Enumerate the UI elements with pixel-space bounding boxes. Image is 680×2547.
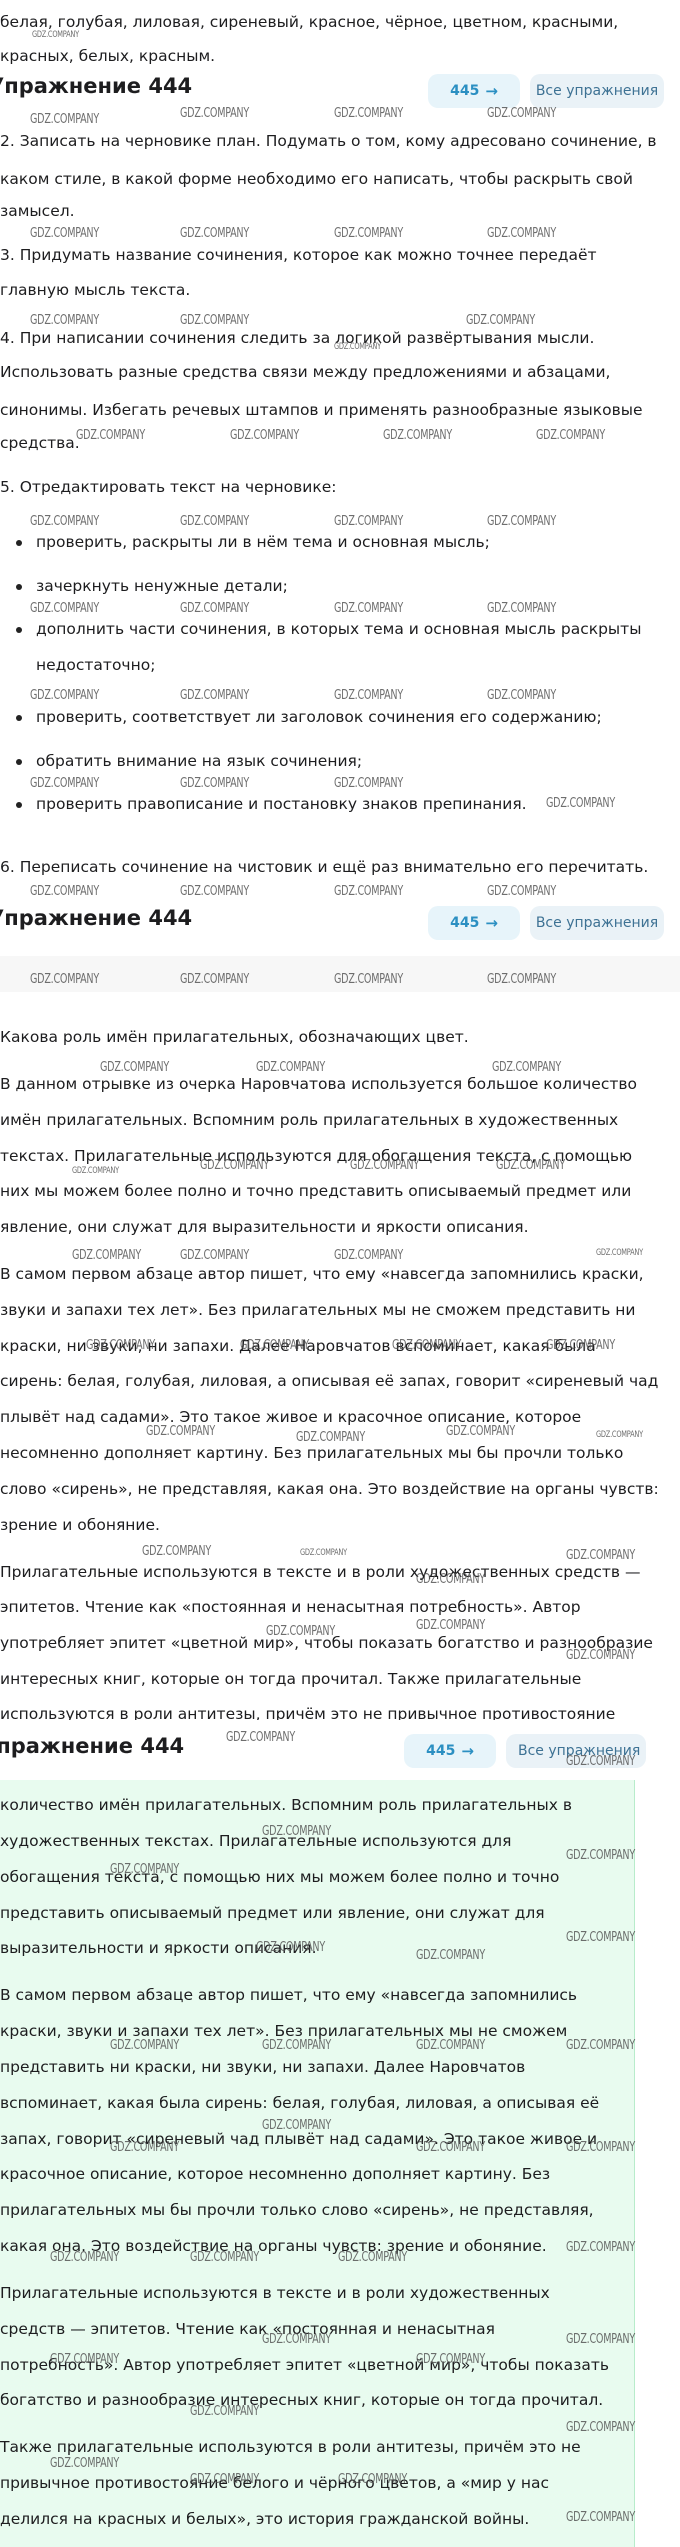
- text-line: Какова роль имён прилагательных, обознач…: [0, 1028, 469, 1046]
- text-line: текстах. Прилагательные используются для…: [0, 1147, 633, 1165]
- list-item-continuation: недостаточно;: [36, 656, 156, 674]
- exercise-header: Упражнение 444 445 → Все упражнения: [0, 896, 680, 956]
- text-line: используются в роли антитезы, причём это…: [0, 1705, 616, 1720]
- text-line: красочное описание, которое несомненно д…: [0, 2165, 551, 2183]
- all-exercises-button[interactable]: Все упражнения: [530, 906, 664, 940]
- text-line: плывёт над садами». Это такое живое и кр…: [0, 1408, 582, 1426]
- scroll-shadow: [0, 956, 680, 992]
- text-line: 2. Записать на черновике план. Подумать …: [0, 132, 657, 150]
- exercise-title: Упражнение 444: [0, 1734, 185, 1758]
- text-line: количество имён прилагательных. Вспомним…: [0, 1796, 572, 1814]
- all-exercises-button[interactable]: Все упражнения: [506, 1734, 646, 1768]
- text-line: 4. При написании сочинения следить за ло…: [0, 329, 595, 347]
- text-line: Прилагательные используются в тексте и в…: [0, 1563, 641, 1581]
- text-line: средства.: [0, 434, 80, 452]
- text-line: В данном отрывке из очерка Наровчатова и…: [0, 1075, 637, 1093]
- next-exercise-button[interactable]: 445 →: [428, 74, 520, 108]
- text-line: запах, говорит «сиреневый чад плывёт над…: [0, 2130, 598, 2148]
- all-exercises-button[interactable]: Все упражнения: [530, 74, 664, 108]
- text-line: вспоминает, какая была сирень: белая, го…: [0, 2094, 600, 2112]
- text-line: зрение и обоняние.: [0, 1516, 160, 1534]
- text-line: главную мысль текста.: [0, 281, 191, 299]
- text-line: употребляет эпитет «цветной мир», чтобы …: [0, 1634, 653, 1652]
- text-line: потребность». Автор употребляет эпитет «…: [0, 2356, 610, 2374]
- text-line: слово «сирень», не представляя, какая он…: [0, 1480, 659, 1498]
- list-item: проверить, раскрыты ли в нём тема и осно…: [14, 523, 672, 561]
- text-line: средств — эпитетов. Чтение как «постоянн…: [0, 2320, 495, 2338]
- text-line: представить ни краски, ни звуки, ни запа…: [0, 2058, 526, 2076]
- next-exercise-number: 445: [426, 1743, 456, 1759]
- next-exercise-button[interactable]: 445 →: [428, 906, 520, 940]
- text-line: В самом первом абзаце автор пишет, что е…: [0, 1986, 578, 2004]
- list-item: зачеркнуть ненужные детали;: [14, 567, 672, 605]
- text-line: них мы можем более полно и точно предста…: [0, 1182, 632, 1200]
- text-line: сирень: белая, голубая, лиловая, а описы…: [0, 1372, 659, 1390]
- text-line: Использовать разные средства связи между…: [0, 363, 611, 381]
- text-line: выразительности и яркости описания.: [0, 1939, 317, 1957]
- screenshot-segment-2: Упражнение 444 445 → Все упражнения Како…: [0, 896, 680, 1720]
- list-item: проверить правописание и постановку знак…: [14, 785, 672, 823]
- arrow-right-icon: →: [485, 914, 498, 932]
- text-line: В самом первом абзаце автор пишет, что е…: [0, 1265, 644, 1283]
- text-line: представить описываемый предмет или явле…: [0, 1904, 545, 1922]
- text-line: белая, голубая, лиловая, сиреневый, крас…: [0, 13, 619, 31]
- text-line: Также прилагательные используются в роли…: [0, 2438, 581, 2456]
- next-exercise-button[interactable]: 445 →: [404, 1734, 496, 1768]
- list-item: дополнить части сочинения, в которых тем…: [14, 610, 672, 648]
- exercise-title: Упражнение 444: [0, 906, 193, 930]
- text-line: интересных книг, которые он тогда прочит…: [0, 1670, 582, 1688]
- text-line: богатство и разнообразие интересных книг…: [0, 2391, 604, 2409]
- text-line: какая она. Это воздействие на органы чув…: [0, 2237, 547, 2255]
- text-line: звуки и запахи тех лет». Без прилагатель…: [0, 1301, 636, 1319]
- text-line: 3. Придумать название сочинения, которое…: [0, 246, 597, 264]
- text-line: художественных текстах. Прилагательные и…: [0, 1832, 512, 1850]
- text-line: обогащения текста, с помощью них мы може…: [0, 1868, 560, 1886]
- text-line: Прилагательные используются в тексте и в…: [0, 2284, 550, 2302]
- next-exercise-number: 445: [450, 83, 480, 99]
- arrow-right-icon: →: [485, 82, 498, 100]
- text-line: эпитетов. Чтение как «постоянная и ненас…: [0, 1598, 581, 1616]
- next-exercise-number: 445: [450, 915, 480, 931]
- list-item: проверить, соответствует ли заголовок со…: [14, 698, 672, 736]
- text-line: привычное противостояние белого и чёрног…: [0, 2474, 550, 2492]
- text-line: краски, звуки и запахи тех лет». Без при…: [0, 2022, 568, 2040]
- text-line: прилагательных мы бы прочли только слово…: [0, 2201, 594, 2219]
- screenshot-segment-1: белая, голубая, лиловая, сиреневый, крас…: [0, 0, 680, 955]
- arrow-right-icon: →: [461, 1742, 474, 1760]
- text-line: несомненно дополняет картину. Без прилаг…: [0, 1444, 624, 1462]
- screenshot-segment-3: Упражнение 444 445 → Все упражнения коли…: [0, 1720, 680, 2547]
- text-line: краски, ни звуки, ни запахи. Далее Наров…: [0, 1337, 596, 1355]
- text-line: 6. Переписать сочинение на чистовик и ещ…: [0, 858, 649, 876]
- exercise-title: Упражнение 444: [0, 74, 193, 98]
- text-line: делился на красных и белых», это история…: [0, 2510, 530, 2528]
- exercise-header: Упражнение 444 445 → Все упражнения: [0, 1720, 680, 1780]
- list-item: обратить внимание на язык сочинения;: [14, 742, 672, 780]
- text-line: замысел.: [0, 202, 75, 220]
- text-line: явление, они служат для выразительности …: [0, 1218, 529, 1236]
- exercise-header: Упражнение 444 445 → Все упражнения: [0, 68, 680, 114]
- text-line: 5. Отредактировать текст на черновике:: [0, 478, 337, 496]
- text-line: имён прилагательных. Вспомним роль прила…: [0, 1111, 619, 1129]
